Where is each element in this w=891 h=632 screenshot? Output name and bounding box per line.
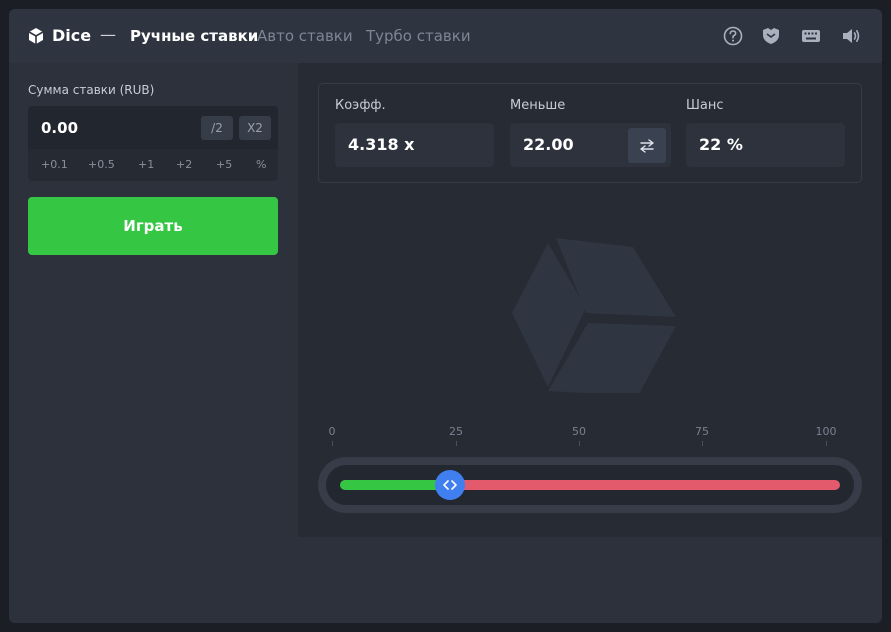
double-bet-button[interactable]: X2 [239, 116, 271, 140]
chance-value: 22 % [686, 123, 845, 167]
keyboard-icon[interactable] [800, 25, 822, 47]
coef-label: Коэфф. [335, 98, 386, 113]
game-footer-area [298, 537, 882, 623]
half-bet-button[interactable]: /2 [201, 116, 233, 140]
help-icon[interactable] [722, 25, 744, 47]
stats-panel: Коэфф. 4.318 x Меньше 22.00 Шанс 22 % [318, 83, 862, 183]
quick-percent[interactable]: % [256, 158, 266, 171]
swap-arrows-icon [640, 138, 654, 153]
slider-track[interactable] [326, 465, 854, 505]
game-window: Dice — Ручные ставки Авто ставки Турбо с… [9, 9, 882, 623]
title-separator: — [100, 25, 116, 44]
bet-amount-label: Сумма ставки (RUB) [28, 83, 155, 97]
game-area: Коэфф. 4.318 x Меньше 22.00 Шанс 22 % 0 … [298, 63, 882, 537]
tick-label: 0 [328, 425, 336, 438]
tick-mark [826, 441, 827, 446]
quick-add-5[interactable]: +5 [216, 158, 232, 171]
tab-turbo-bets[interactable]: Турбо ставки [366, 27, 471, 45]
slider-handle[interactable] [435, 470, 465, 500]
tick-mark [332, 441, 333, 446]
quick-add-1[interactable]: +1 [138, 158, 154, 171]
quick-add-0-1[interactable]: +0.1 [41, 158, 68, 171]
game-title: Dice [52, 26, 92, 45]
tick-label: 25 [449, 425, 463, 438]
tick-mark [702, 441, 703, 446]
tick-label: 75 [695, 425, 709, 438]
tick-label: 50 [572, 425, 586, 438]
roll-slider [318, 457, 862, 513]
under-label: Меньше [510, 98, 566, 113]
chevrons-left-right-icon [443, 480, 457, 490]
coef-value: 4.318 x [335, 123, 494, 167]
header: Dice — Ручные ставки Авто ставки Турбо с… [9, 9, 882, 63]
bet-panel: Сумма ставки (RUB) /2 X2 +0.1 +0.5 +1 +2… [9, 63, 298, 623]
slider-scale: 0 25 50 75 100 [328, 425, 838, 455]
tick-label: 100 [815, 425, 837, 438]
bet-amount-box: /2 X2 +0.1 +0.5 +1 +2 +5 % [28, 106, 278, 181]
swap-direction-button[interactable] [628, 128, 666, 163]
tick-mark [579, 441, 580, 446]
tick-mark [456, 441, 457, 446]
tab-manual-bets[interactable]: Ручные ставки [130, 27, 258, 45]
dice-logo-icon [28, 28, 44, 44]
lose-range-track [450, 480, 840, 490]
shield-icon[interactable] [760, 25, 782, 47]
dice-cube-icon [512, 238, 676, 393]
chance-label: Шанс [686, 98, 724, 113]
sound-icon[interactable] [840, 25, 862, 47]
play-button[interactable]: Играть [28, 197, 278, 255]
quick-bet-row: +0.1 +0.5 +1 +2 +5 % [28, 153, 278, 177]
win-range-track [340, 480, 450, 490]
tab-auto-bets[interactable]: Авто ставки [257, 27, 353, 45]
quick-add-2[interactable]: +2 [176, 158, 192, 171]
quick-add-0-5[interactable]: +0.5 [88, 158, 115, 171]
